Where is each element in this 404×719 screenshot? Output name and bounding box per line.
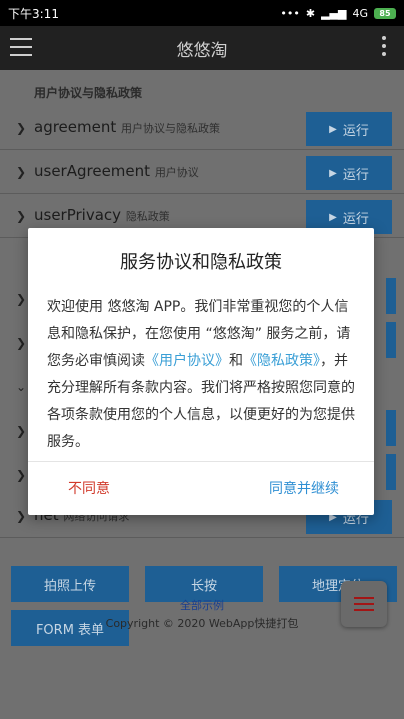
- row-name: userPrivacy: [34, 206, 122, 224]
- chevron-right-icon: ❯: [16, 292, 27, 306]
- row-desc: 用户协议: [154, 166, 199, 179]
- list-item[interactable]: ❯ agreement 用户协议与隐私政策 ▶ 运行: [0, 106, 404, 150]
- battery-icon: 85: [374, 7, 396, 19]
- dialog-body: 欢迎使用 悠悠淘 APP。我们非常重视您的个人信息和隐私保护，在您使用 “悠悠淘…: [47, 294, 359, 456]
- disagree-button[interactable]: 不同意: [28, 461, 150, 515]
- row-desc: 隐私政策: [125, 210, 170, 223]
- chevron-right-icon: ❯: [16, 121, 27, 135]
- chevron-right-icon: ❯: [16, 165, 27, 179]
- more-vert-icon[interactable]: [382, 36, 386, 56]
- play-icon: ▶: [329, 167, 337, 179]
- run-button[interactable]: [386, 322, 396, 358]
- chevron-down-icon: ⌄: [16, 380, 27, 394]
- run-button-label: 运行: [342, 167, 369, 183]
- user-agreement-link[interactable]: 《用户协议》: [145, 353, 229, 369]
- privacy-dialog: 服务协议和隐私政策 欢迎使用 悠悠淘 APP。我们非常重视您的个人信息和隐私保护…: [28, 228, 374, 515]
- run-button[interactable]: ▶ 运行: [306, 156, 392, 190]
- dots-icon: •••: [280, 6, 300, 20]
- row-name: agreement: [34, 118, 117, 136]
- app-title: 悠悠淘: [176, 40, 228, 61]
- run-button-label: 运行: [342, 123, 369, 139]
- run-button[interactable]: [386, 410, 396, 446]
- status-bar: 下午3:11 ••• ✱ ▂▄▆ 4G 85: [0, 0, 404, 26]
- play-icon: ▶: [329, 123, 337, 135]
- run-button[interactable]: [386, 278, 396, 314]
- run-button[interactable]: [386, 454, 396, 490]
- signal-icon: ▂▄▆: [321, 6, 347, 20]
- hamburger-menu-icon[interactable]: [10, 38, 32, 56]
- network-label: 4G: [352, 6, 368, 20]
- list-item[interactable]: ❯ userAgreement 用户协议 ▶ 运行: [0, 150, 404, 194]
- chevron-right-icon: ❯: [16, 424, 27, 438]
- chevron-right-icon: ❯: [16, 336, 27, 350]
- chevron-right-icon: ❯: [16, 509, 27, 523]
- dialog-title: 服务协议和隐私政策: [120, 252, 282, 273]
- section-title: 用户协议与隐私政策: [34, 86, 143, 100]
- bluetooth-icon: ✱: [305, 6, 316, 20]
- chevron-right-icon: ❯: [16, 209, 27, 223]
- play-icon: ▶: [329, 211, 337, 223]
- row-desc: 用户协议与隐私政策: [121, 122, 221, 135]
- run-button-label: 运行: [342, 211, 369, 227]
- menu-fab-icon[interactable]: [341, 581, 387, 627]
- row-name: userAgreement: [34, 162, 151, 180]
- status-time: 下午3:11: [8, 6, 59, 21]
- app-bar: 悠悠淘: [0, 26, 404, 70]
- agree-continue-button[interactable]: 同意并继续: [234, 461, 374, 515]
- dialog-text-and: 和: [229, 353, 243, 369]
- privacy-policy-link[interactable]: 《隐私政策》: [243, 353, 320, 369]
- status-icons: ••• ✱ ▂▄▆ 4G 85: [280, 7, 396, 20]
- chevron-right-icon: ❯: [16, 468, 27, 482]
- run-button[interactable]: ▶ 运行: [306, 112, 392, 146]
